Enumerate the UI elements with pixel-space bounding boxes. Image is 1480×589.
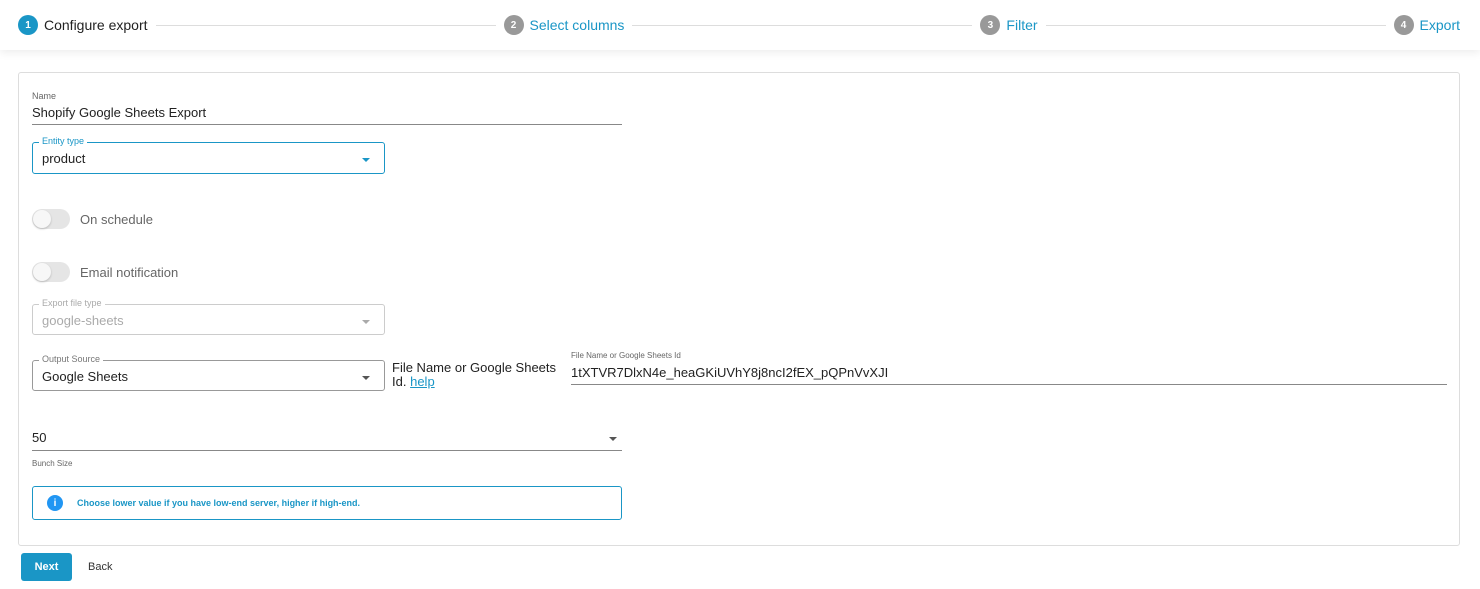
info-alert: i Choose lower value if you have low-end… (32, 486, 622, 520)
step-configure-export[interactable]: 1 Configure export (18, 15, 148, 35)
step-number: 2 (503, 15, 524, 35)
next-button[interactable]: Next (21, 553, 72, 581)
step-label: Select columns (529, 17, 625, 33)
export-file-type-value: google-sheets (42, 313, 124, 328)
export-file-type-select[interactable]: Export file type google-sheets (32, 298, 385, 335)
export-config-card: Name Shopify Google Sheets Export Entity… (18, 72, 1460, 546)
chevron-down-icon (609, 437, 617, 441)
bunch-size-value: 50 (32, 430, 47, 445)
file-id-label: File Name or Google Sheets Id (571, 351, 681, 360)
entity-type-label: Entity type (39, 136, 88, 146)
info-text: Choose lower value if you have low-end s… (77, 498, 361, 508)
step-number: 3 (980, 15, 1001, 35)
step-label: Filter (1006, 17, 1038, 33)
file-id-input[interactable]: 1tXTVR7DlxN4e_heaGKiUVhY8j8ncI2fEX_pQPnV… (571, 363, 1447, 385)
step-divider (1045, 24, 1386, 26)
step-export[interactable]: 4 Export (1393, 15, 1460, 35)
toggle-switch[interactable] (32, 262, 70, 282)
bunch-size-select[interactable]: 50 (32, 427, 622, 451)
help-link[interactable]: help (410, 374, 435, 389)
email-notification-toggle[interactable]: Email notification (32, 262, 178, 282)
entity-type-select[interactable]: Entity type product (32, 136, 385, 174)
on-schedule-toggle[interactable]: On schedule (32, 209, 153, 229)
step-label: Configure export (44, 17, 148, 33)
output-source-value: Google Sheets (42, 369, 129, 384)
step-number: 1 (18, 15, 38, 35)
output-source-select[interactable]: Output Source Google Sheets (32, 354, 385, 391)
file-name-hint: File Name or Google Sheets Id. help (392, 361, 560, 389)
entity-type-value: product (42, 151, 86, 166)
email-notification-label: Email notification (80, 264, 179, 280)
step-label: Export (1419, 17, 1460, 33)
step-filter[interactable]: 3 Filter (980, 15, 1038, 35)
step-select-columns[interactable]: 2 Select columns (503, 15, 625, 35)
export-file-type-label: Export file type (39, 298, 105, 308)
chevron-down-icon (362, 158, 370, 162)
output-source-label: Output Source (39, 354, 104, 364)
toggle-switch[interactable] (32, 209, 70, 229)
step-number: 4 (1393, 15, 1414, 35)
step-divider (155, 24, 496, 26)
name-label: Name (32, 91, 57, 101)
bunch-size-label: Bunch Size (32, 459, 73, 468)
info-icon: i (47, 495, 63, 511)
name-input[interactable]: Shopify Google Sheets Export (32, 103, 622, 125)
back-button[interactable]: Back (82, 553, 118, 581)
stepper: 1 Configure export 2 Select columns 3 Filte… (0, 0, 1480, 50)
on-schedule-label: On schedule (80, 211, 153, 227)
chevron-down-icon (362, 319, 370, 324)
chevron-down-icon (362, 375, 370, 380)
step-divider (632, 24, 973, 26)
